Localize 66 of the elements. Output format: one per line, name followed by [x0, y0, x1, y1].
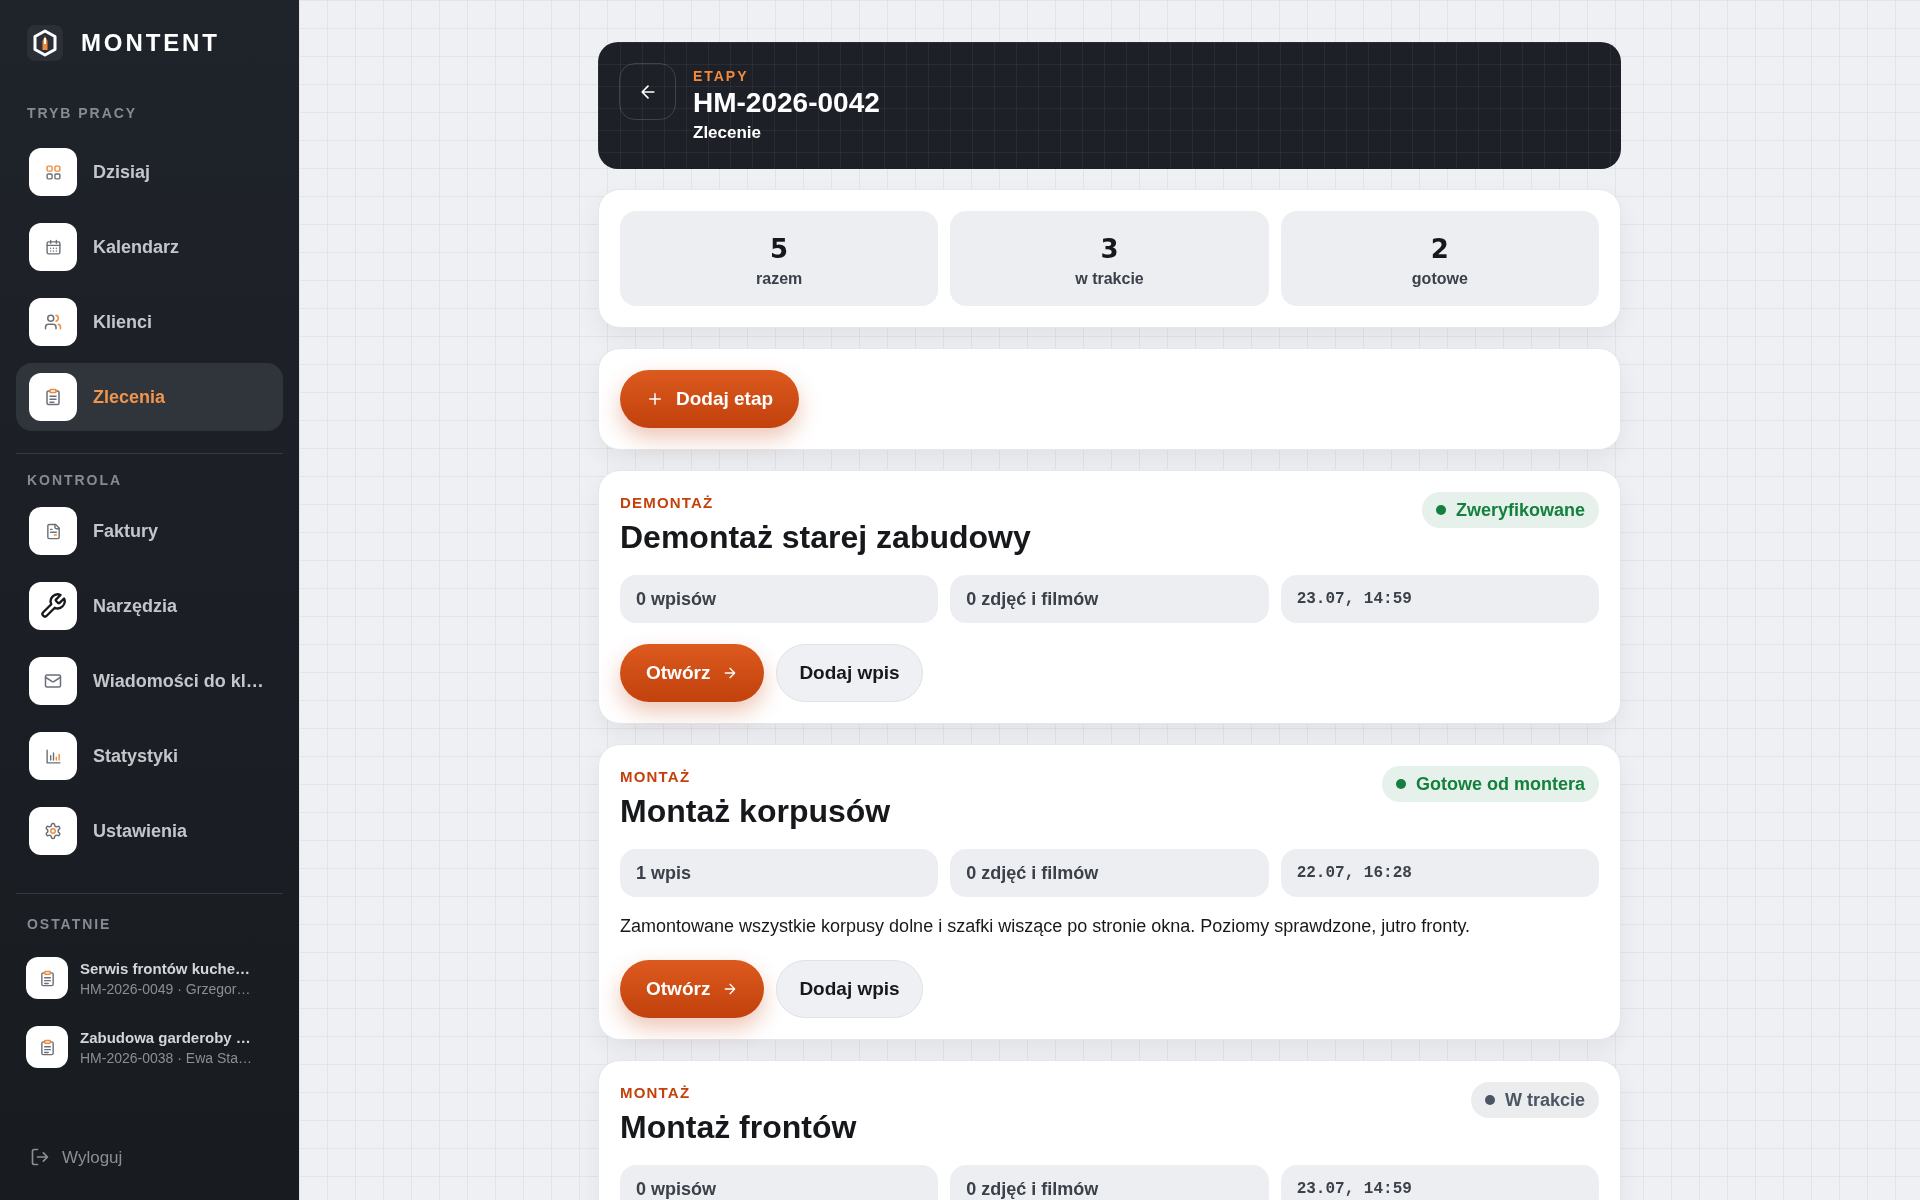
stat-value: 2 — [1430, 232, 1449, 265]
users-icon — [29, 298, 77, 346]
clipboard-icon — [26, 1026, 68, 1068]
page-subtitle: Zlecenie — [693, 122, 763, 144]
section-title: OSTATNIE — [26, 916, 113, 933]
add-stage-button[interactable]: Dodaj etap — [620, 370, 800, 428]
stage-title: Montaż korpusów — [620, 792, 891, 830]
updated-time: 23.07, 14:59 — [1280, 1165, 1599, 1200]
nav-item[interactable]: Zlecenia — [16, 363, 283, 431]
stat-value: 5 — [770, 232, 789, 265]
nav-item[interactable]: Narzędzia — [16, 572, 283, 640]
stat-label: gotowe — [1411, 268, 1468, 289]
nav-item[interactable]: Dzisiaj — [16, 138, 283, 206]
open-button[interactable]: Otwórz — [620, 644, 765, 702]
add-entry-button[interactable]: Dodaj wpis — [776, 644, 923, 702]
section-title: TRYB PRACY — [26, 105, 139, 122]
open-button[interactable]: Otwórz — [620, 960, 765, 1018]
nav-item[interactable]: Wiadomości do kl… — [16, 647, 283, 715]
brand-name: MONTENT — [81, 28, 220, 58]
page-title: HM-2026-0042 — [693, 86, 880, 120]
nav-item[interactable]: Statystyki — [16, 722, 283, 790]
document-icon — [29, 507, 77, 555]
media-count: 0 zdjęć i filmów — [950, 1165, 1269, 1200]
grid-icon — [29, 148, 77, 196]
media-count: 0 zdjęć i filmów — [950, 849, 1269, 897]
updated-time: 22.07, 16:28 — [1280, 849, 1599, 897]
entries-count: 0 wpisów — [620, 575, 939, 623]
media-count: 0 zdjęć i filmów — [950, 575, 1269, 623]
envelope-icon — [29, 657, 77, 705]
add-entry-button[interactable]: Dodaj wpis — [776, 960, 923, 1018]
plus-icon — [646, 390, 664, 408]
stage-title: Montaż frontów — [620, 1108, 857, 1146]
nav-item[interactable]: Kalendarz — [16, 213, 283, 281]
nav-item[interactable]: Ustawienia — [16, 797, 283, 865]
back-button[interactable] — [619, 63, 676, 120]
recent-order-meta: HM-2026-0038 · Ewa Sta… — [80, 1048, 252, 1067]
wrench-icon — [29, 582, 77, 630]
entries-count: 1 wpis — [620, 849, 939, 897]
recent-order-title[interactable]: Zabudowa garderoby … — [80, 1027, 252, 1047]
entries-count: 0 wpisów — [620, 1165, 939, 1200]
settings-icon — [29, 807, 77, 855]
logout-icon — [30, 1147, 50, 1168]
recent-order-meta: HM-2026-0049 · Grzegor… — [80, 979, 251, 998]
nav-item[interactable]: Faktury — [16, 497, 283, 565]
logo-icon — [27, 25, 63, 61]
clipboard-icon — [29, 373, 77, 421]
status-label: Gotowe od montera — [1416, 772, 1585, 796]
updated-time: 23.07, 14:59 — [1280, 575, 1599, 623]
stat-label: w trakcie — [1075, 268, 1144, 289]
section-title: KONTROLA — [26, 472, 123, 489]
stage-category: MONTAŻ — [620, 1084, 692, 1102]
clipboard-icon — [26, 957, 68, 999]
status-label: W trakcie — [1504, 1088, 1585, 1112]
calendar-icon — [29, 223, 77, 271]
logout-link[interactable]: Wyloguj — [30, 1144, 283, 1170]
recent-order-title[interactable]: Serwis frontów kuche… — [80, 958, 251, 978]
page-eyebrow: ETAPY — [693, 68, 750, 85]
stage-title: Demontaż starej zabudowy — [620, 518, 1031, 556]
stage-note: Zamontowane wszystkie korpusy dolne i szafki wiszące po stronie okna. Poziomy sprawdzone, jutro fronty. — [620, 915, 1472, 938]
stat-label: razem — [756, 268, 803, 289]
status-label: Zweryfikowane — [1455, 498, 1585, 522]
bar-chart-icon — [29, 732, 77, 780]
stage-category: DEMONTAŻ — [620, 494, 715, 512]
stage-category: MONTAŻ — [620, 768, 692, 786]
stat-value: 3 — [1100, 232, 1119, 265]
nav-item[interactable]: Klienci — [16, 288, 283, 356]
